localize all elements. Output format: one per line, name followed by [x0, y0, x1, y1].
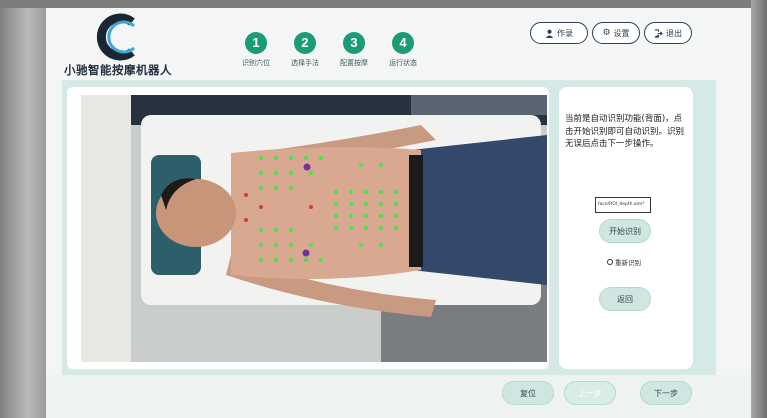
- content-panel: 当前是自动识别功能(背面)，点击开始识别即可自动识别。识别无误后点击下一步操作。…: [62, 80, 716, 375]
- logout-button[interactable]: 退出: [644, 22, 692, 44]
- monitor-bezel-top: [0, 0, 767, 8]
- bottom-nav-bar: 复位 上一步 下一步: [46, 375, 751, 418]
- instruction-text: 当前是自动识别功能(背面)，点击开始识别即可自动识别。识别无误后点击下一步操作。: [565, 114, 685, 149]
- body-camera-image[interactable]: [81, 95, 547, 362]
- app-window: 小驰智能按摩机器人 1 识别穴位 2 选择手法 3 配置按摩 4 运行状态 作录…: [46, 8, 751, 418]
- step-number: 3: [343, 32, 365, 54]
- monitor-bezel-left: [0, 0, 46, 418]
- reset-button[interactable]: 复位: [502, 381, 554, 405]
- radio-icon: [607, 259, 613, 265]
- prev-step-button[interactable]: 上一步: [564, 381, 616, 405]
- user-icon: [545, 29, 554, 38]
- settings-button[interactable]: ⚙ 设置: [592, 22, 640, 44]
- file-path-input[interactable]: face/ROI_depth.aim*: [595, 197, 651, 213]
- brand-logo-icon: [96, 13, 136, 61]
- reidentify-option[interactable]: 重新识别: [607, 257, 641, 267]
- step-label: 运行状态: [389, 59, 417, 67]
- next-step-button[interactable]: 下一步: [640, 381, 692, 405]
- user-button[interactable]: 作录: [530, 22, 588, 44]
- reidentify-label: 重新识别: [615, 259, 641, 267]
- camera-view-frame: [67, 87, 549, 369]
- start-recognition-button[interactable]: 开始识别: [599, 219, 651, 243]
- control-side-panel: 当前是自动识别功能(背面)，点击开始识别即可自动识别。识别无误后点击下一步操作。…: [559, 87, 693, 369]
- user-button-label: 作录: [557, 28, 573, 38]
- monitor-bezel-right: [751, 0, 767, 418]
- step-number: 4: [392, 32, 414, 54]
- logout-button-label: 退出: [666, 28, 682, 38]
- logout-icon: [654, 28, 663, 38]
- settings-button-label: 设置: [613, 28, 630, 38]
- step-run-status[interactable]: 4 运行状态: [373, 32, 433, 68]
- step-number: 1: [245, 32, 267, 54]
- back-button[interactable]: 返回: [599, 287, 651, 311]
- body-scan-graphic: [81, 95, 547, 362]
- step-number: 2: [294, 32, 316, 54]
- app-title: 小驰智能按摩机器人: [64, 63, 172, 77]
- gear-icon: ⚙: [602, 27, 611, 38]
